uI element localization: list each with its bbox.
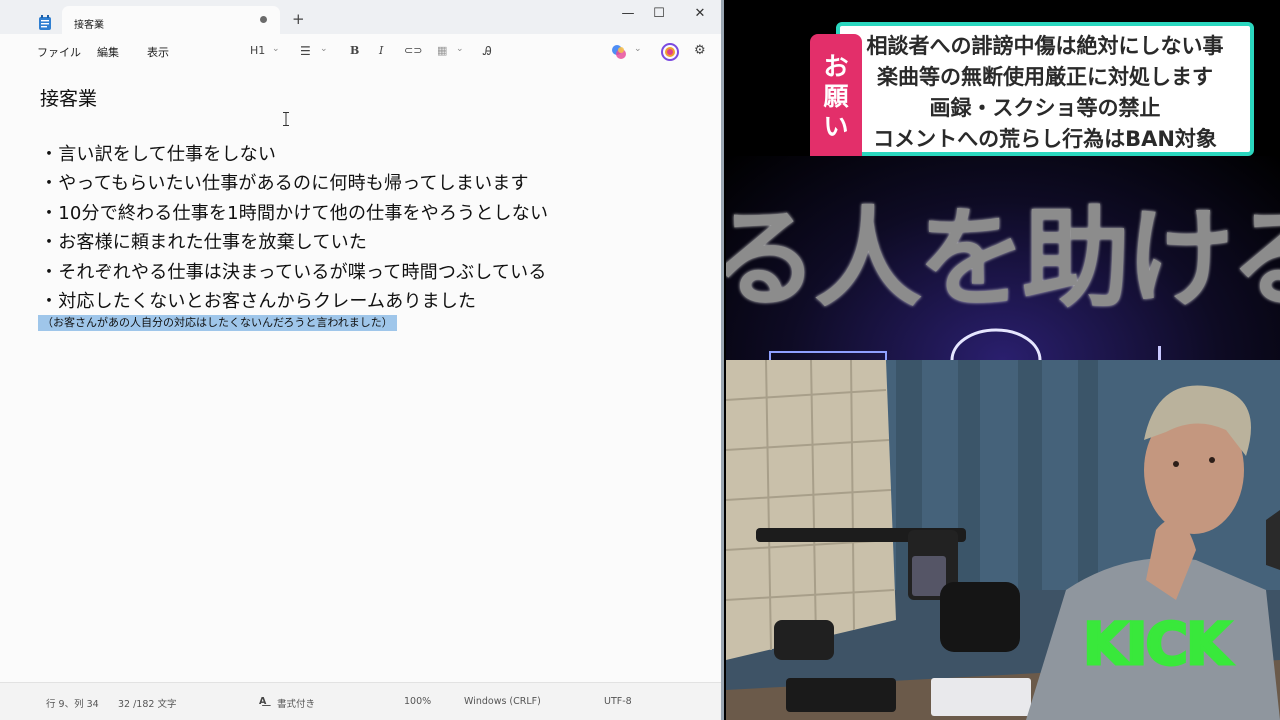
bullet-item: ・お客様に頼まれた仕事を放棄していた: [40, 232, 368, 254]
notice-line: 楽曲等の無断使用厳正に対処します: [877, 65, 1213, 89]
chevron-down-icon[interactable]: ⌄: [320, 44, 328, 54]
notice-tag-char: 願: [823, 82, 849, 111]
notice-line: 画録・スクショ等の禁止: [929, 96, 1161, 120]
neon-light-shapes: [769, 328, 1161, 360]
stream-rules-notice: 相談者への誹謗中傷は絶対にしない事 楽曲等の無断使用厳正に対処します 画録・スク…: [810, 22, 1254, 168]
minimize-icon[interactable]: —: [614, 5, 642, 23]
copilot-icon[interactable]: [611, 44, 627, 60]
list-icon[interactable]: ☰: [300, 43, 311, 59]
gear-icon[interactable]: ⚙: [694, 43, 706, 59]
notice-line: 相談者への誹謗中傷は絶対にしない事: [866, 34, 1224, 58]
bullet-item: ・10分で終わる仕事を1時間かけて他の仕事をやろうとしない: [40, 202, 549, 224]
close-icon[interactable]: ✕: [686, 5, 714, 23]
chevron-down-icon[interactable]: ⌄: [634, 44, 642, 54]
editor-area[interactable]: 接客業 ・言い訳をして仕事をしない ・やってもらいたい仕事があるのに何時も帰って…: [0, 68, 721, 682]
bullet-item: ・対応したくないとお客さんからクレームありました: [40, 290, 477, 312]
kick-logo-text: KICK: [1083, 612, 1233, 674]
bullet-list: ・言い訳をして仕事をしない ・やってもらいたい仕事があるのに何時も帰ってしまいま…: [40, 140, 716, 316]
format-icon[interactable]: A͟: [259, 696, 266, 707]
notice-box: 相談者への誹謗中傷は絶対にしない事 楽曲等の無断使用厳正に対処します 画録・スク…: [836, 22, 1254, 156]
menu-edit[interactable]: 編集: [97, 44, 119, 60]
bold-icon[interactable]: B: [350, 43, 359, 59]
menu-bar: ファイル 編集 表示 H1 ⌄ ☰ ⌄ B I ⊂⊃ ▦ ⌄ Ꭿ ⌄ ⚙: [0, 34, 721, 68]
tab-title: 接客業: [74, 20, 104, 31]
status-bar: 行 9、列 34 32 /182 文字 A͟ 書式付き 100% Windows…: [0, 682, 721, 720]
text-cursor-icon: [283, 112, 289, 126]
chevron-down-icon[interactable]: ⌄: [456, 44, 464, 54]
notice-tag-char: お: [823, 52, 849, 81]
maximize-icon[interactable]: ☐: [645, 5, 673, 23]
title-bar[interactable]: 接客業 + — ☐ ✕: [0, 0, 721, 36]
notice-tag-char: い: [823, 112, 849, 141]
document-title: 接客業: [40, 88, 98, 110]
account-icon[interactable]: [661, 43, 679, 61]
notice-tag: お 願 い: [810, 34, 862, 168]
line-ending[interactable]: Windows (CRLF): [464, 696, 541, 707]
character-count: 32 /182 文字: [118, 699, 177, 710]
notice-line: コメントへの荒らし行為はBAN対象: [873, 127, 1217, 151]
menu-file[interactable]: ファイル: [37, 44, 81, 60]
zoom-level[interactable]: 100%: [404, 696, 431, 707]
italic-icon[interactable]: I: [379, 43, 383, 59]
unsaved-dot-icon[interactable]: [260, 16, 267, 23]
kick-logo: KICK: [1081, 612, 1236, 674]
notepad-app-icon: [39, 15, 51, 30]
notepad-window: 接客業 + — ☐ ✕ ファイル 編集 表示 H1 ⌄ ☰ ⌄ B I ⊂⊃ ▦…: [0, 0, 724, 720]
bullet-item: ・言い訳をして仕事をしない: [40, 144, 277, 165]
clear-format-icon[interactable]: Ꭿ: [483, 43, 492, 59]
menu-view[interactable]: 表示: [147, 44, 169, 60]
heading-dropdown[interactable]: H1: [250, 43, 265, 59]
document-tab[interactable]: 接客業: [62, 6, 280, 36]
link-icon[interactable]: ⊂⊃: [404, 43, 422, 59]
screen: 接客業 + — ☐ ✕ ファイル 編集 表示 H1 ⌄ ☰ ⌄ B I ⊂⊃ ▦…: [0, 0, 1280, 720]
table-icon[interactable]: ▦: [437, 43, 447, 59]
encoding[interactable]: UTF-8: [604, 696, 632, 707]
chevron-down-icon[interactable]: ⌄: [272, 44, 280, 54]
stream-banner: る人を助ける: [726, 156, 1280, 360]
format-mode[interactable]: 書式付き: [277, 696, 315, 710]
cursor-position: 行 9、列 34: [46, 699, 99, 710]
bullet-item: ・やってもらいたい仕事があるのに何時も帰ってしまいます: [40, 173, 529, 195]
selected-text[interactable]: （お客さんがあの人自分の対応はしたくないんだろうと言われました）: [38, 315, 397, 331]
plus-icon[interactable]: +: [292, 12, 305, 27]
bullet-item: ・それぞれやる仕事は決まっているが喋って時間つぶしている: [40, 261, 547, 283]
